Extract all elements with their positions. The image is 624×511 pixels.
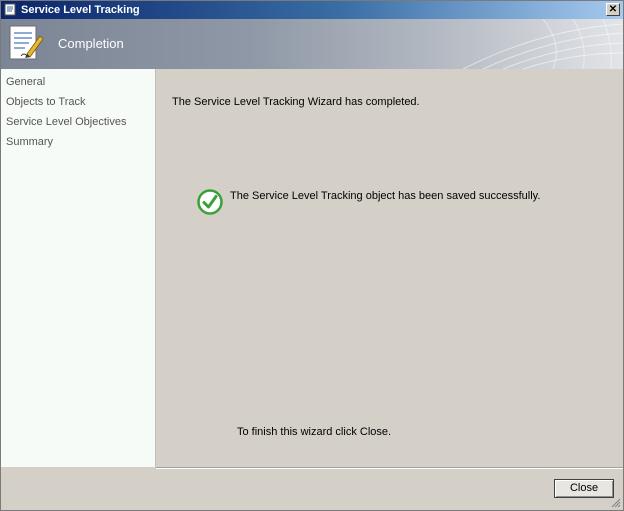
nav-item-general[interactable]: General xyxy=(6,75,45,89)
content-area: The Service Level Tracking Wizard has co… xyxy=(156,69,623,467)
window-title: Service Level Tracking xyxy=(21,4,140,16)
document-pencil-icon xyxy=(9,25,44,60)
nav-item-service-level-objectives[interactable]: Service Level Objectives xyxy=(6,115,126,129)
resize-grip-icon[interactable] xyxy=(611,498,621,508)
footer-divider xyxy=(156,467,623,469)
wizard-nav: General Objects to Track Service Level O… xyxy=(1,69,156,467)
close-icon: ✕ xyxy=(608,4,618,15)
green-check-icon xyxy=(197,189,223,215)
wizard-window: Service Level Tracking ✕ Completion Gene… xyxy=(0,0,624,511)
page-title: Completion xyxy=(58,36,124,51)
header-banner: Completion xyxy=(1,19,623,69)
nav-item-summary[interactable]: Summary xyxy=(6,135,53,149)
nav-item-objects-to-track[interactable]: Objects to Track xyxy=(6,95,85,109)
completed-message: The Service Level Tracking Wizard has co… xyxy=(172,96,420,108)
app-icon xyxy=(4,3,16,16)
window-close-button[interactable]: ✕ xyxy=(606,3,620,16)
title-bar[interactable]: Service Level Tracking ✕ xyxy=(1,1,623,19)
banner-decoration xyxy=(462,19,623,69)
close-button[interactable]: Close xyxy=(554,479,614,498)
status-message: The Service Level Tracking object has be… xyxy=(230,190,541,202)
finish-instructions: To finish this wizard click Close. xyxy=(237,426,392,438)
